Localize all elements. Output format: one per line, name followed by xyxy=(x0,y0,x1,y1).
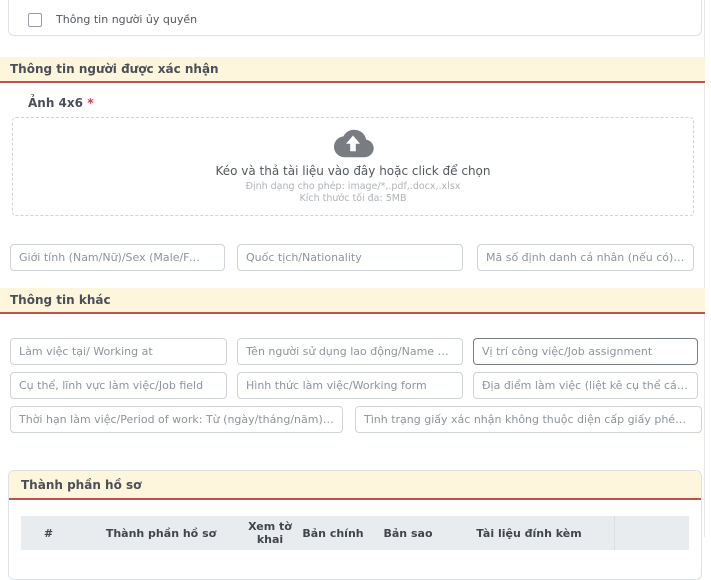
section-title: Thông tin người được xác nhận xyxy=(10,62,219,76)
section-header-other-info: Thông tin khác xyxy=(0,288,705,314)
file-upload-dropzone[interactable]: Kéo và thả tài liệu vào đây hoặc click đ… xyxy=(12,117,694,216)
section-header-documents: Thành phần hồ sơ xyxy=(9,471,701,500)
photo-4x6-label: Ảnh 4x6 * xyxy=(28,96,93,110)
working-at-input[interactable] xyxy=(10,338,227,365)
col-header-document-name: Thành phần hồ sơ xyxy=(76,516,246,550)
col-header-copy: Bản sao xyxy=(372,516,444,550)
col-header-attachments: Tài liệu đính kèm xyxy=(444,516,614,550)
job-assignment-input[interactable] xyxy=(473,338,698,365)
dropzone-formats-text: Định dạng cho phép: image/*,.pdf,.docx,.… xyxy=(13,181,693,192)
delegation-checkbox-label: Thông tin người ủy quyền xyxy=(56,13,197,26)
section-title: Thành phần hồ sơ xyxy=(21,478,141,492)
documents-panel: Thành phần hồ sơ # Thành phần hồ sơ Xem … xyxy=(8,470,702,580)
job-field-input[interactable] xyxy=(10,372,227,399)
cloud-upload-icon xyxy=(13,127,693,163)
gender-select[interactable]: Giới tính (Nam/Nữ)/Sex (Male/Female) xyxy=(10,244,225,271)
section-title: Thông tin khác xyxy=(10,293,111,307)
dropzone-main-text: Kéo và thả tài liệu vào đây hoặc click đ… xyxy=(13,164,693,178)
section-header-confirmed-person: Thông tin người được xác nhận xyxy=(0,57,705,83)
confirmation-status-input[interactable] xyxy=(355,406,702,433)
dropzone-size-text: Kích thước tối đa: 5MB xyxy=(13,193,693,204)
working-form-input[interactable] xyxy=(237,372,463,399)
delegation-panel: Thông tin người ủy quyền xyxy=(8,0,702,36)
required-asterisk: * xyxy=(87,96,93,110)
col-header-view-form: Xem tờ khai xyxy=(246,516,294,550)
documents-table-header: # Thành phần hồ sơ Xem tờ khai Bản chính… xyxy=(21,516,689,550)
col-header-actions xyxy=(614,516,689,550)
personal-id-input[interactable] xyxy=(477,244,694,271)
working-location-input[interactable] xyxy=(473,372,698,399)
employer-name-input[interactable] xyxy=(237,338,463,365)
delegation-checkbox[interactable] xyxy=(28,13,42,27)
col-header-original: Bản chính xyxy=(294,516,372,550)
work-period-input[interactable] xyxy=(10,406,343,433)
col-header-index: # xyxy=(21,516,76,550)
nationality-select[interactable]: Quốc tịch/Nationality xyxy=(237,244,463,271)
